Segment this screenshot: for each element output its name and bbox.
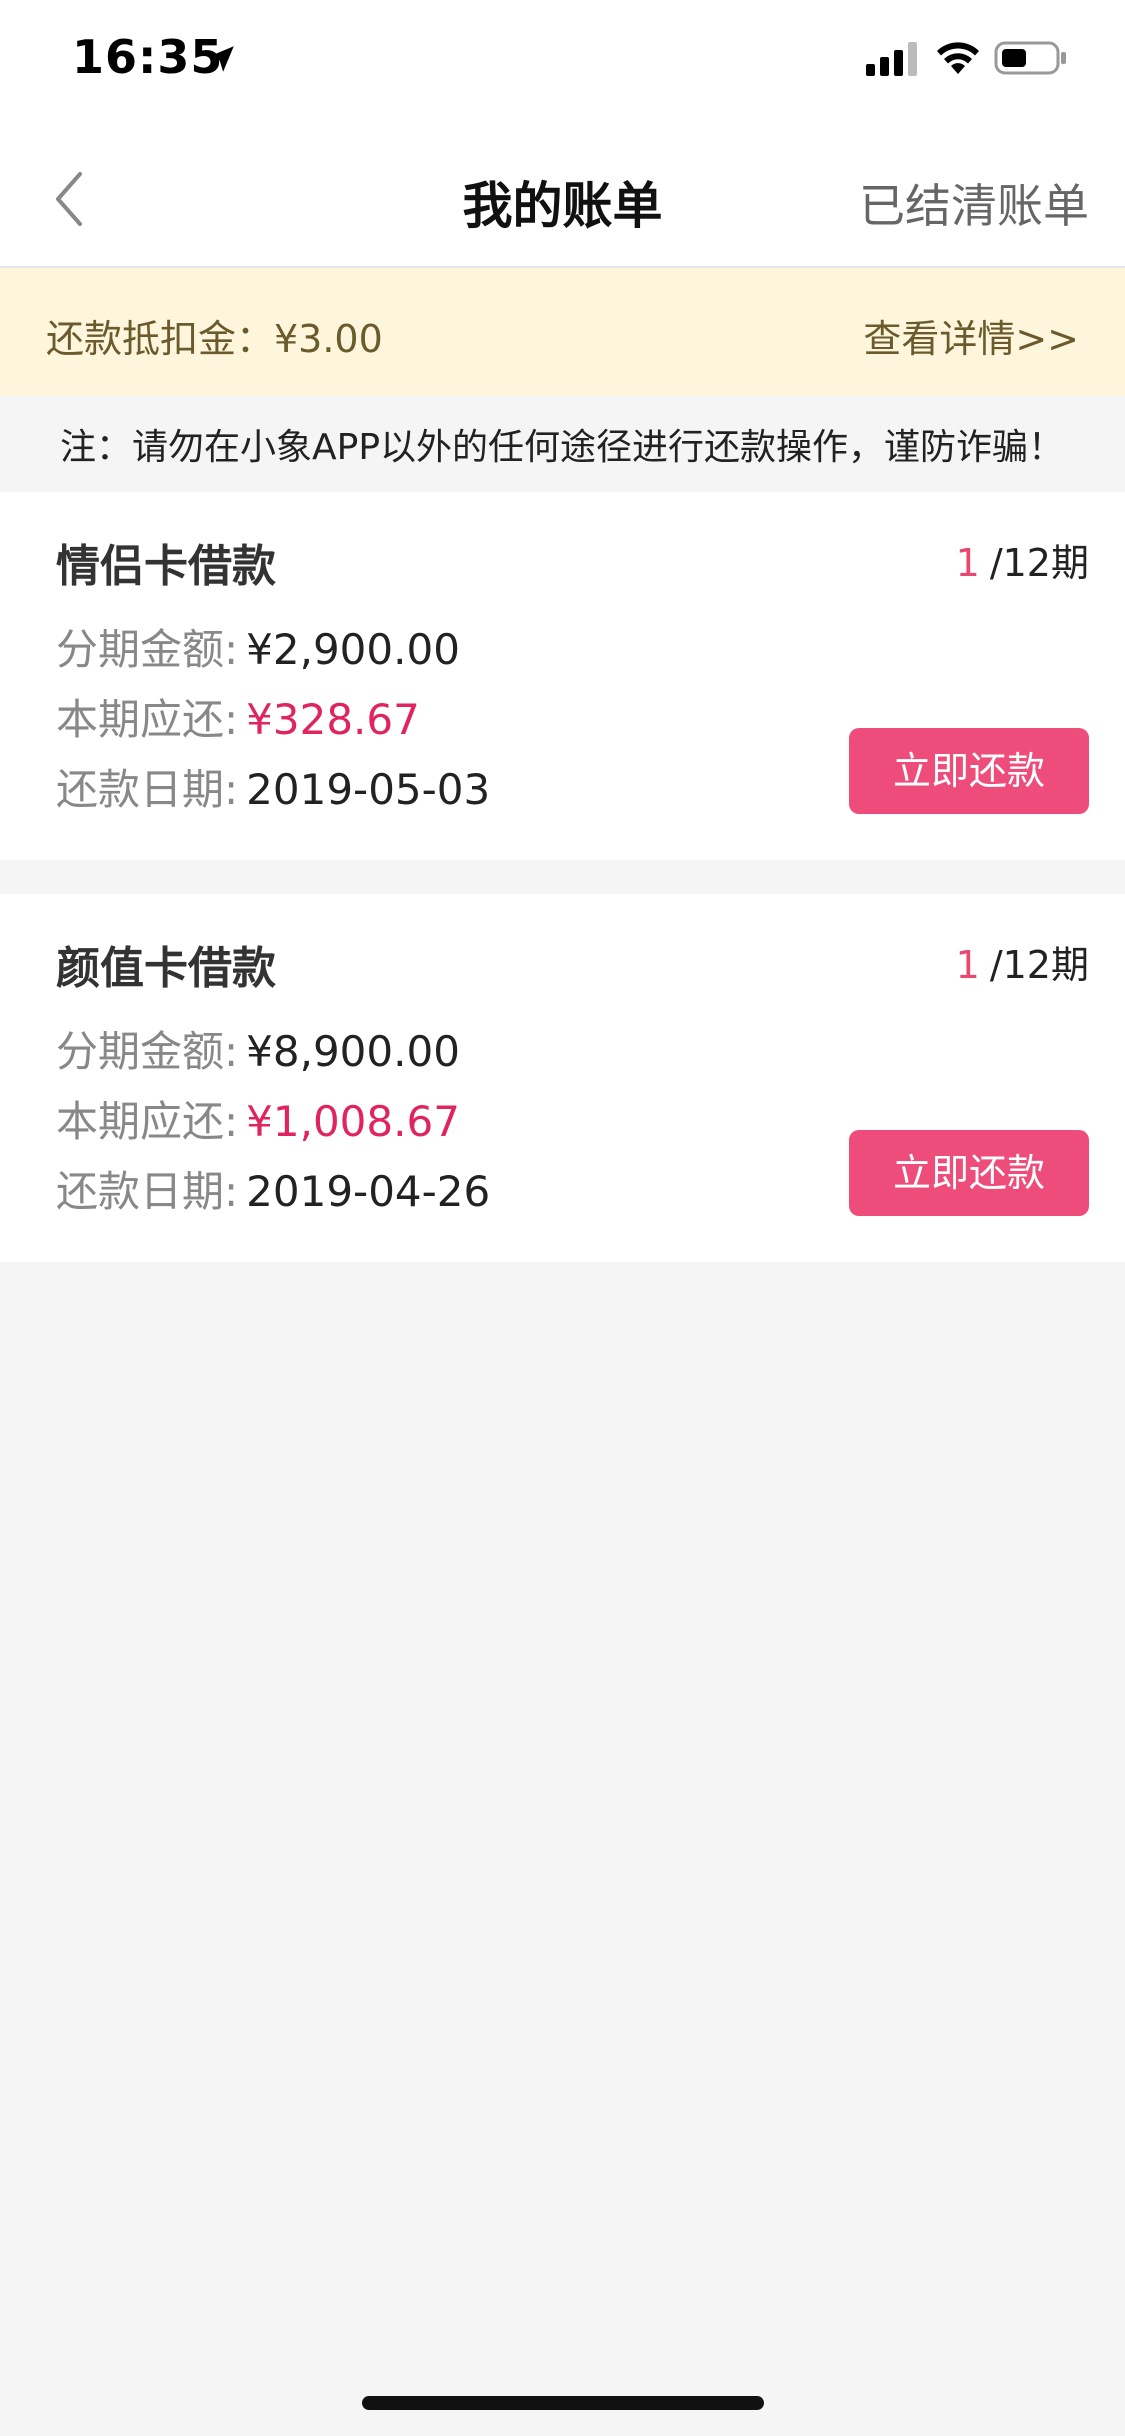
navigation-bar: 我的账单 已结清账单 [0, 132, 1125, 268]
current-due-label: 本期应还: [56, 695, 239, 744]
installment-period: 1/12期 [956, 532, 1089, 587]
repay-now-button[interactable]: 立即还款 [849, 1130, 1089, 1216]
repay-date-value: 2019-04-26 [246, 1167, 491, 1216]
battery-icon [994, 41, 1066, 75]
home-indicator[interactable] [362, 2396, 764, 2410]
period-current: 1 [955, 541, 980, 585]
status-time: 16:35 [72, 30, 224, 84]
period-total: /12期 [989, 541, 1089, 585]
loan-card: 情侣卡借款 1/12期 分期金额: ¥2,900.00 本期应还: ¥328.67 … [0, 492, 1125, 860]
repay-date-value: 2019-05-03 [246, 765, 491, 814]
repay-now-button[interactable]: 立即还款 [849, 728, 1089, 814]
current-due-value: ¥328.67 [246, 695, 420, 744]
repay-date-row: 还款日期: 2019-05-03 [56, 756, 490, 817]
loan-title: 情侣卡借款 [56, 541, 276, 592]
wifi-icon [937, 42, 979, 74]
notice-text: 注：请勿在小象APP以外的任何途径进行还款操作，谨防诈骗！ [60, 427, 1065, 468]
status-bar: 16:35 [0, 0, 1125, 132]
installment-period: 1/12期 [956, 934, 1089, 989]
installment-amount-row: 分期金额: ¥8,900.00 [56, 1018, 460, 1079]
loan-title: 颜值卡借款 [56, 943, 276, 994]
repay-date-label: 还款日期: [56, 1167, 239, 1216]
current-due-label: 本期应还: [56, 1097, 239, 1146]
fraud-notice: 注：请勿在小象APP以外的任何途径进行还款操作，谨防诈骗！ [0, 396, 1125, 488]
period-total: /12期 [989, 943, 1089, 987]
installment-amount-row: 分期金额: ¥2,900.00 [56, 616, 460, 677]
installment-amount-value: ¥8,900.00 [246, 1027, 460, 1076]
location-arrow-icon [208, 46, 234, 72]
loan-card: 颜值卡借款 1/12期 分期金额: ¥8,900.00 本期应还: ¥1,008.6… [0, 894, 1125, 1262]
current-due-row: 本期应还: ¥328.67 [56, 686, 420, 747]
current-due-row: 本期应还: ¥1,008.67 [56, 1088, 460, 1149]
deduction-banner: 还款抵扣金：¥3.00 查看详情>> [0, 268, 1125, 396]
deduction-amount-label: 还款抵扣金：¥3.00 [46, 317, 383, 361]
settled-bills-link[interactable]: 已结清账单 [859, 170, 1089, 236]
installment-amount-label: 分期金额: [56, 625, 239, 674]
period-current: 1 [955, 943, 980, 987]
view-details-link[interactable]: 查看详情>> [863, 308, 1079, 363]
current-due-value: ¥1,008.67 [246, 1097, 460, 1146]
installment-amount-label: 分期金额: [56, 1027, 239, 1076]
repay-date-label: 还款日期: [56, 765, 239, 814]
installment-amount-value: ¥2,900.00 [246, 625, 460, 674]
repay-date-row: 还款日期: 2019-04-26 [56, 1158, 490, 1219]
cellular-signal-icon [866, 42, 917, 76]
